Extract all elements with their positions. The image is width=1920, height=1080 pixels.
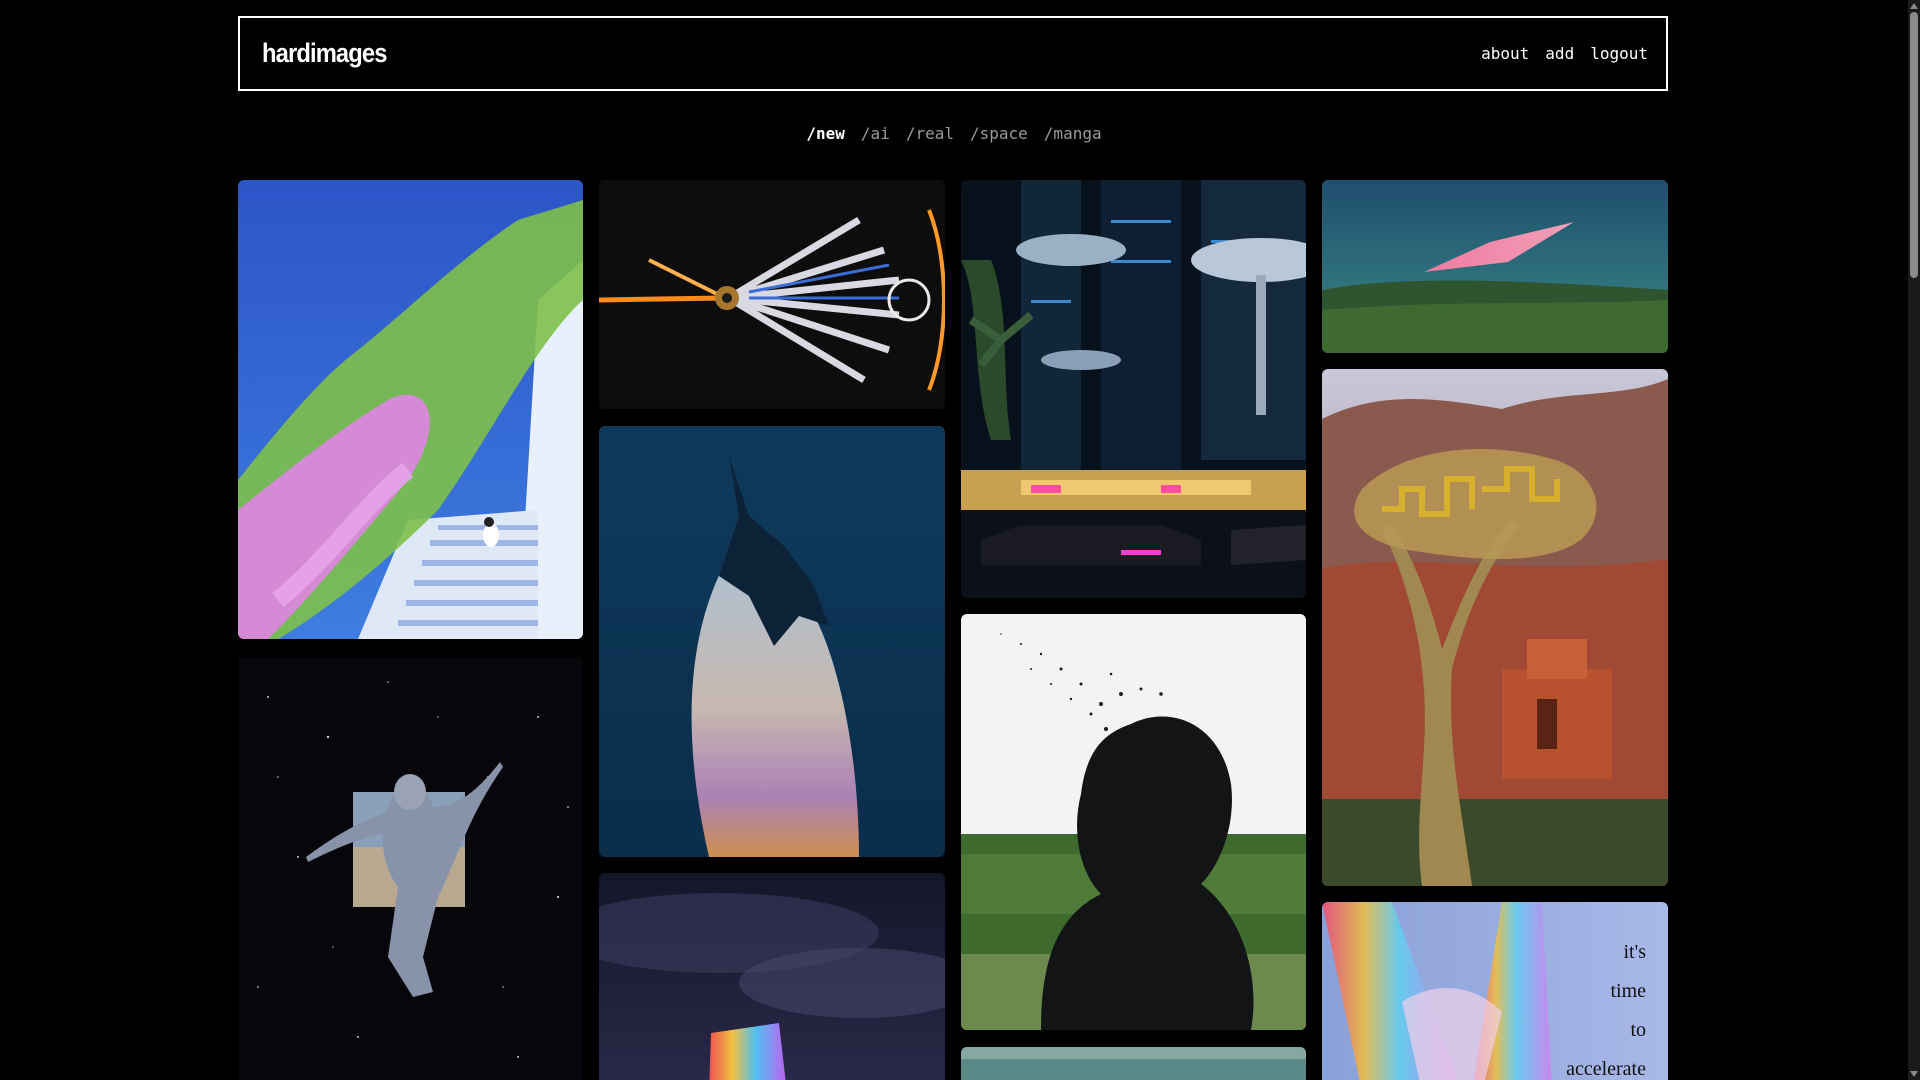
maze-tree-image: [1322, 369, 1668, 886]
nav-add-link[interactable]: add: [1545, 44, 1574, 63]
dissolving-figure-image: [961, 614, 1306, 1030]
image-tile-dial[interactable]: [599, 180, 945, 409]
image-tile-retro-city[interactable]: [961, 180, 1306, 598]
page: hardimages about add logout /new /ai /re…: [0, 0, 1920, 1080]
top-nav: about add logout: [1481, 44, 1648, 63]
site-logo[interactable]: hardimages: [262, 38, 387, 69]
quote-line-2: time: [1610, 980, 1646, 1002]
image-tile-accelerate-quote[interactable]: it's time to accelerate: [1322, 902, 1668, 1080]
image-tile-partial-teal[interactable]: [961, 1047, 1306, 1080]
tab-space[interactable]: /space: [970, 124, 1028, 143]
staircase-flowers-image: [238, 180, 583, 639]
image-tile-space-statue[interactable]: [238, 657, 583, 1080]
tab-new[interactable]: /new: [806, 124, 845, 143]
scroll-thumb[interactable]: [1910, 12, 1918, 278]
floating-plane-image: [1322, 180, 1668, 353]
scroll-up-arrow-icon[interactable]: [1910, 3, 1918, 9]
nav-about-link[interactable]: about: [1481, 44, 1529, 63]
image-tile-prism-night[interactable]: [599, 873, 945, 1080]
quote-line-1: it's: [1624, 941, 1647, 963]
jet-contrail-image: [599, 426, 945, 857]
page-scrollbar[interactable]: [1908, 0, 1920, 1080]
category-tabs: /new /ai /real /space /manga: [0, 124, 1908, 143]
site-header: hardimages about add logout: [238, 16, 1668, 91]
quote-text-layer: it's time to accelerate: [1566, 941, 1647, 1080]
quote-line-4: accelerate: [1566, 1058, 1646, 1080]
image-tile-floating-plane[interactable]: [1322, 180, 1668, 353]
scroll-down-arrow-icon[interactable]: [1910, 1071, 1918, 1077]
image-tile-dissolving-figure[interactable]: [961, 614, 1306, 1030]
partial-teal-image: [961, 1047, 1306, 1080]
tab-ai[interactable]: /ai: [861, 124, 890, 143]
dial-image: [599, 180, 945, 409]
tab-manga[interactable]: /manga: [1044, 124, 1102, 143]
image-tile-maze-tree[interactable]: [1322, 369, 1668, 886]
nav-logout-link[interactable]: logout: [1590, 44, 1648, 63]
image-tile-staircase-flowers[interactable]: [238, 180, 583, 639]
retro-city-image: [961, 180, 1306, 598]
space-statue-image: [238, 657, 583, 1080]
quote-line-3: to: [1630, 1019, 1646, 1041]
prism-night-image: [599, 873, 945, 1080]
image-tile-jet-contrail[interactable]: [599, 426, 945, 857]
tab-real[interactable]: /real: [906, 124, 954, 143]
